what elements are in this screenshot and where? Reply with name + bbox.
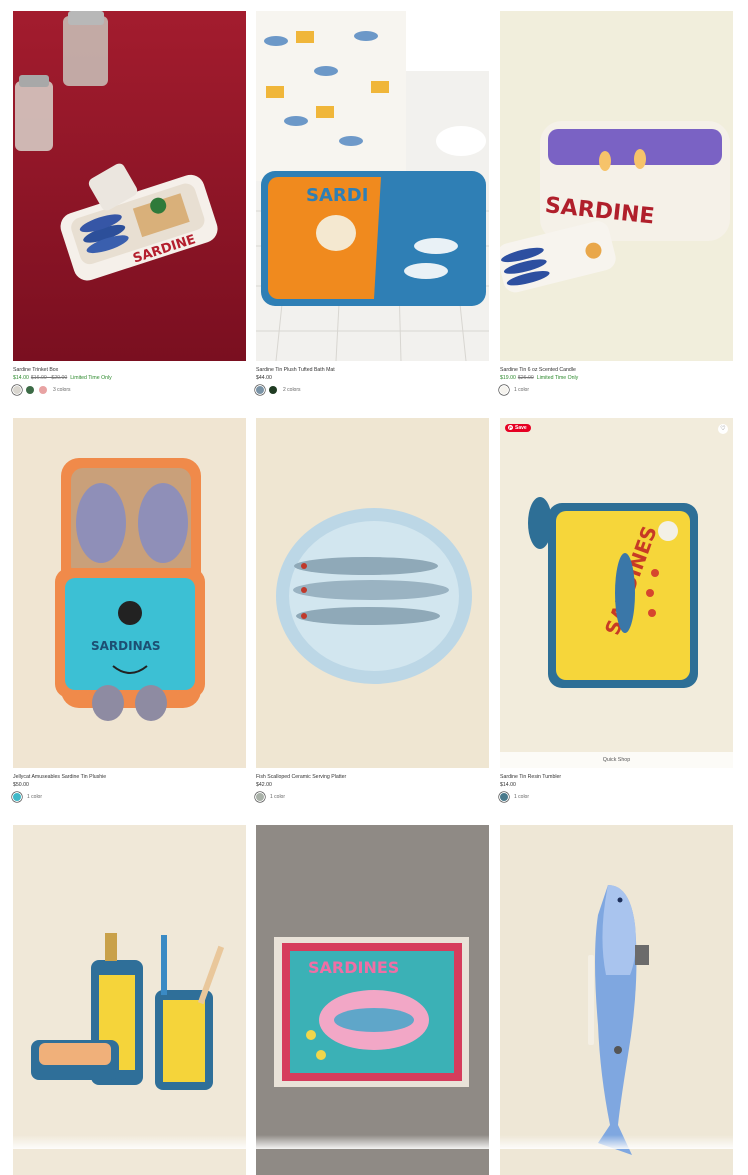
product-image[interactable] (500, 825, 733, 1175)
svg-text:SARDINAS: SARDINAS (91, 639, 161, 653)
color-count: 1 color (270, 794, 286, 800)
product-name[interactable]: Fish Scalloped Ceramic Serving Platter (256, 773, 489, 781)
promo-label: Limited Time Only (70, 375, 112, 381)
product-info: Sardine Tin Plush Tufted Bath Mat $44.00… (256, 366, 489, 395)
quick-shop-button[interactable]: Quick Shop (500, 752, 733, 768)
promo-label: Limited Time Only (536, 375, 579, 381)
product-image[interactable]: SARDINES (256, 825, 489, 1175)
product-price: $14.00 (500, 782, 516, 788)
product-image[interactable]: SARDI (256, 11, 489, 361)
color-swatch[interactable] (256, 386, 264, 394)
color-swatches: 1 color (13, 792, 246, 802)
product-image[interactable]: SARDINAS (13, 418, 246, 768)
product-info: Sardine Trinket Box $14.00 $16.00 - $20.0… (13, 366, 246, 395)
original-price: $26.00 (517, 375, 534, 381)
pinterest-save-button[interactable]: P Save (505, 424, 531, 432)
product-image[interactable]: SARDINE (13, 11, 246, 361)
color-swatches: 3 colors (13, 385, 246, 395)
color-swatches: 1 color (500, 385, 733, 395)
product-price: $50.00 (13, 782, 29, 788)
color-count: 1 color (27, 794, 43, 800)
product-name[interactable]: Sardine Tin Resin Tumbler (500, 773, 733, 781)
heart-icon[interactable]: ♡ (718, 424, 728, 434)
svg-text:SARDINES: SARDINES (308, 958, 399, 977)
product-name[interactable]: Sardine Trinket Box (13, 366, 246, 374)
product-name[interactable]: Sardine Tin Plush Tufted Bath Mat (256, 366, 489, 374)
product-price: $19.00 $26.00 Limited Time Only (500, 374, 733, 382)
color-swatch[interactable] (500, 793, 508, 801)
product-image[interactable]: SARDINES PSave ♡ Quick Shop (500, 418, 733, 768)
save-label: Save (515, 425, 527, 431)
color-swatches: 1 color (500, 792, 733, 802)
color-swatch[interactable] (269, 386, 277, 394)
color-count: 1 color (514, 387, 530, 393)
product-price: $14.00 $16.00 - $20.00 Limited Time Only (13, 374, 246, 382)
product-info: Sardine Tin Resin Tumbler $14.00 1 color (500, 773, 733, 802)
color-count: 3 colors (53, 387, 71, 393)
bottom-fade (0, 1135, 748, 1149)
product-image[interactable]: SARDINE (500, 11, 733, 361)
product-name[interactable]: Jellycat Amuseables Sardine Tin Plushie (13, 773, 246, 781)
color-swatch[interactable] (13, 793, 21, 801)
color-count: 1 color (514, 794, 530, 800)
color-count: 2 colors (283, 387, 301, 393)
color-swatch[interactable] (256, 793, 264, 801)
sale-price: $19.00 (500, 375, 516, 381)
product-info: Jellycat Amuseables Sardine Tin Plushie … (13, 773, 246, 802)
product-image[interactable] (256, 418, 489, 768)
sale-price: $14.00 (13, 375, 29, 381)
product-price: $42.00 (256, 782, 272, 788)
product-name[interactable]: Sardine Tin 6 oz Scented Candle (500, 366, 733, 374)
product-image[interactable] (13, 825, 246, 1175)
color-swatch[interactable] (13, 386, 21, 394)
product-info: Fish Scalloped Ceramic Serving Platter $… (256, 773, 489, 802)
color-swatch[interactable] (500, 386, 508, 394)
pinterest-icon: P (508, 425, 513, 430)
color-swatches: 2 colors (256, 385, 489, 395)
color-swatch[interactable] (39, 386, 47, 394)
original-price: $16.00 - $20.00 (30, 375, 68, 381)
product-price: $44.00 (256, 375, 272, 381)
color-swatch[interactable] (26, 386, 34, 394)
color-swatches: 1 color (256, 792, 489, 802)
svg-text:SARDI: SARDI (306, 185, 368, 206)
product-info: Sardine Tin 6 oz Scented Candle $19.00 $2… (500, 366, 733, 395)
